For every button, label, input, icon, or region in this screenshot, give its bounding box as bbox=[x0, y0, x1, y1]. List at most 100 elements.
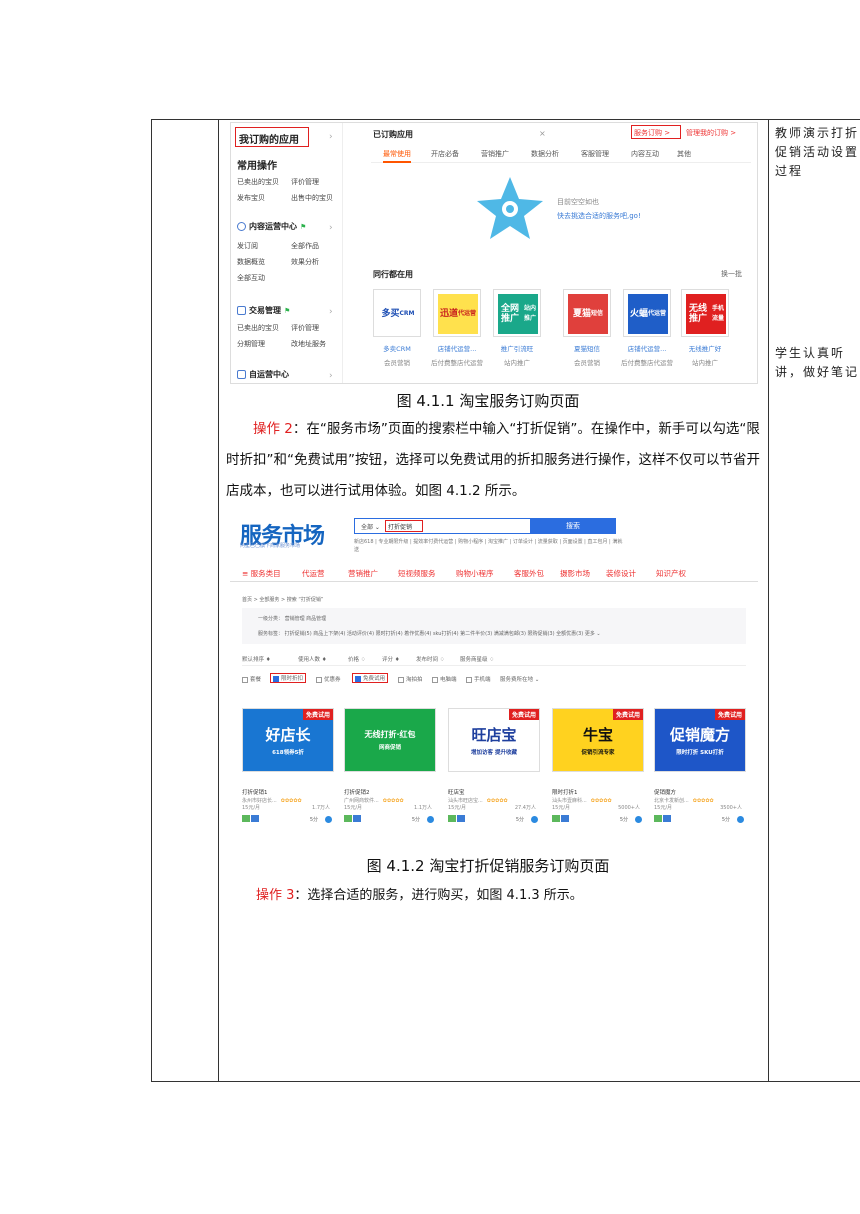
peer-app-name[interactable]: 店铺代运营... bbox=[617, 343, 677, 353]
service-score: 5分 bbox=[411, 817, 420, 823]
close-icon[interactable]: × bbox=[539, 129, 546, 138]
service-card-image[interactable]: 无线打折·红包 网商促销 bbox=[344, 708, 436, 772]
category-nav: ≡ 服务类目 代运营 营销推广 短视频服务 购物小程序 客服外包 摄影市场 装修… bbox=[230, 564, 758, 582]
service-order-link[interactable]: 服务订购 > bbox=[631, 125, 681, 139]
tab-store-essentials[interactable]: 开店必备 bbox=[431, 149, 459, 159]
nav-item[interactable]: 短视频服务 bbox=[398, 568, 436, 579]
sort-option[interactable]: 服务商星级 ♢ bbox=[460, 655, 494, 663]
nav-item[interactable]: 营销推广 bbox=[348, 568, 378, 579]
checkbox-package[interactable]: 套餐 bbox=[242, 675, 261, 683]
chat-icon[interactable] bbox=[427, 816, 434, 823]
sidebar-link[interactable]: 已卖出的宝贝 bbox=[237, 323, 279, 333]
tab-marketing[interactable]: 营销推广 bbox=[481, 149, 509, 159]
nav-item[interactable]: 装修设计 bbox=[606, 568, 636, 579]
peer-app-name[interactable]: 推广引流旺 bbox=[487, 343, 547, 353]
service-card-footer: 5分 bbox=[552, 815, 644, 825]
sidebar-link[interactable]: 效果分析 bbox=[291, 257, 319, 267]
tab-data-analysis[interactable]: 数据分析 bbox=[531, 149, 559, 159]
checkbox-taopaipai[interactable]: 淘拍拍 bbox=[398, 675, 423, 683]
tab-other[interactable]: 其他 bbox=[677, 149, 691, 159]
my-apps-link[interactable]: 我订购的应用 bbox=[235, 127, 309, 147]
nav-item[interactable]: ≡ 服务类目 bbox=[242, 568, 281, 579]
sidebar-link[interactable]: 发订阅 bbox=[237, 241, 258, 251]
sidebar-link[interactable]: 全部互动 bbox=[237, 273, 265, 283]
sidebar-link[interactable]: 全部作品 bbox=[291, 241, 319, 251]
location-select[interactable]: 服务费所在地 ⌄ bbox=[500, 675, 539, 683]
figure-caption: 图 4.1.1 淘宝服务订购页面 bbox=[396, 392, 580, 410]
checkbox-free-trial[interactable]: 免费试用 bbox=[352, 673, 389, 683]
sidebar-link[interactable]: 分期管理 bbox=[237, 339, 265, 349]
service-card-image[interactable]: 旺店宝 增加访客 提升收藏 免费试用 bbox=[448, 708, 540, 772]
service-title[interactable]: 促销魔方 bbox=[654, 788, 746, 796]
service-card-art-subtitle: 促销引流专家 bbox=[581, 750, 615, 756]
checkbox-coupon[interactable]: 优惠券 bbox=[316, 675, 341, 683]
sort-option[interactable]: 价格 ♢ bbox=[348, 655, 366, 663]
paragraph-text: ：选择合适的服务，进行购买，如图 4.1.3 所示。 bbox=[294, 888, 583, 903]
peer-app-card[interactable]: 多买 CRM bbox=[373, 289, 421, 337]
sidebar-link[interactable]: 数据概览 bbox=[237, 257, 265, 267]
service-card-image[interactable]: 促销魔方 限时打折 SKU打折 免费试用 bbox=[654, 708, 746, 772]
chat-icon[interactable] bbox=[737, 816, 744, 823]
service-title[interactable]: 限时打折1 bbox=[552, 788, 644, 796]
checkbox-mobile[interactable]: 手机端 bbox=[466, 675, 491, 683]
tab-most-used[interactable]: 最常使用 bbox=[383, 149, 411, 163]
service-card-art-subtitle: 网商促销 bbox=[378, 745, 401, 751]
sort-option[interactable]: 发布时间 ♢ bbox=[416, 655, 445, 663]
manage-order-link[interactable]: 管理我的订购 > bbox=[686, 128, 736, 138]
sort-option[interactable]: 默认排序 ♦ bbox=[242, 655, 271, 663]
paragraph-op3: 操作 3：选择合适的服务，进行购买，如图 4.1.3 所示。 bbox=[256, 880, 791, 911]
tab-customer-service[interactable]: 客服管理 bbox=[581, 149, 609, 159]
search-input[interactable]: 打折促销 bbox=[385, 520, 423, 532]
nav-item[interactable]: 购物小程序 bbox=[456, 568, 494, 579]
service-card-image[interactable]: 牛宝 促销引流专家 免费试用 bbox=[552, 708, 644, 772]
filter-category-row[interactable]: 一级分类： 营销管理 商品管理 bbox=[258, 615, 326, 622]
service-score: 5分 bbox=[721, 817, 730, 823]
swap-batch-link[interactable]: 换一批 bbox=[721, 269, 742, 279]
service-title[interactable]: 打折促销2 bbox=[344, 788, 436, 796]
nav-item[interactable]: 知识产权 bbox=[656, 568, 686, 579]
sort-bar: 默认排序 ♦ 使用人数 ♦ 价格 ♢ 评分 ♦ 发布时间 ♢ 服务商星级 ♢ bbox=[242, 652, 746, 666]
nav-item[interactable]: 摄影市场 bbox=[560, 568, 590, 579]
peer-app-card[interactable]: 火蝠 代运营 bbox=[623, 289, 671, 337]
trade-mgmt-heading[interactable]: 交易管理 ⚑ bbox=[237, 305, 290, 316]
peer-app-name[interactable]: 店铺代运营... bbox=[427, 343, 487, 353]
sidebar-link[interactable]: 评价管理 bbox=[291, 177, 319, 187]
tab-content[interactable]: 内容互动 bbox=[631, 149, 659, 159]
hot-search-words[interactable]: 新店618 | 专业期限升级 | 提效率付费代运营 | 购物小程序 | 淘宝推广… bbox=[354, 538, 624, 554]
sort-option[interactable]: 使用人数 ♦ bbox=[298, 655, 327, 663]
peer-app-card[interactable]: 迅道 代运营 bbox=[433, 289, 481, 337]
checkbox-pc[interactable]: 电脑端 bbox=[432, 675, 457, 683]
peer-app-name[interactable]: 无线推广好 bbox=[675, 343, 735, 353]
nav-item[interactable]: 代运营 bbox=[302, 568, 325, 579]
checkbox-limited-discount[interactable]: 限时折扣 bbox=[270, 673, 307, 683]
service-score: 5分 bbox=[309, 817, 318, 823]
service-title[interactable]: 旺店宝 bbox=[448, 788, 540, 796]
peer-app-name[interactable]: 多卖CRM bbox=[367, 343, 427, 353]
filter-tag-row[interactable]: 服务标签： 打折促销(5) 商品上下架(4) 活动评价(4) 限时打折(4) 着… bbox=[258, 630, 601, 637]
peer-app-card[interactable]: 全网推广 站内推广 bbox=[493, 289, 541, 337]
service-title[interactable]: 打折促销1 bbox=[242, 788, 334, 796]
peer-app-card[interactable]: 无线推广 手机流量 bbox=[681, 289, 729, 337]
service-card-image[interactable]: 好店长 618领券5折 免费试用 bbox=[242, 708, 334, 772]
self-ops-heading[interactable]: 自运营中心 bbox=[237, 369, 289, 380]
sidebar-link[interactable]: 评价管理 bbox=[291, 323, 319, 333]
filter-checkboxes: 套餐 限时折扣 优惠券 免费试用 淘拍拍 电脑端 手机端 服务费所在地 ⌄ bbox=[242, 673, 746, 687]
chat-icon[interactable] bbox=[635, 816, 642, 823]
sort-option[interactable]: 评分 ♦ bbox=[382, 655, 400, 663]
nav-item[interactable]: 客服外包 bbox=[514, 568, 544, 579]
sidebar-link[interactable]: 发布宝贝 bbox=[237, 193, 265, 203]
search-scope-select[interactable]: 全部 ⌄ bbox=[361, 522, 380, 531]
sidebar-link[interactable]: 已卖出的宝贝 bbox=[237, 177, 279, 187]
peer-app-name[interactable]: 夏猫短信 bbox=[557, 343, 617, 353]
content-center-heading[interactable]: 内容运营中心 ⚑ bbox=[237, 221, 306, 232]
sidebar-link[interactable]: 出售中的宝贝 bbox=[291, 193, 333, 203]
chat-icon[interactable] bbox=[531, 816, 538, 823]
chat-icon[interactable] bbox=[325, 816, 332, 823]
peer-app-card[interactable]: 夏猫 短信 bbox=[563, 289, 611, 337]
service-price-row: 15元/月 3500+人 bbox=[654, 805, 742, 811]
badge-icon bbox=[457, 815, 465, 822]
sidebar-link[interactable]: 改地址服务 bbox=[291, 339, 326, 349]
search-button[interactable]: 搜索 bbox=[530, 518, 616, 534]
browse-services-link[interactable]: 快去挑选合适的服务吧,go! bbox=[557, 211, 641, 221]
service-vendor: 北京卡发新创... ✿✿✿✿✿ bbox=[654, 798, 714, 804]
